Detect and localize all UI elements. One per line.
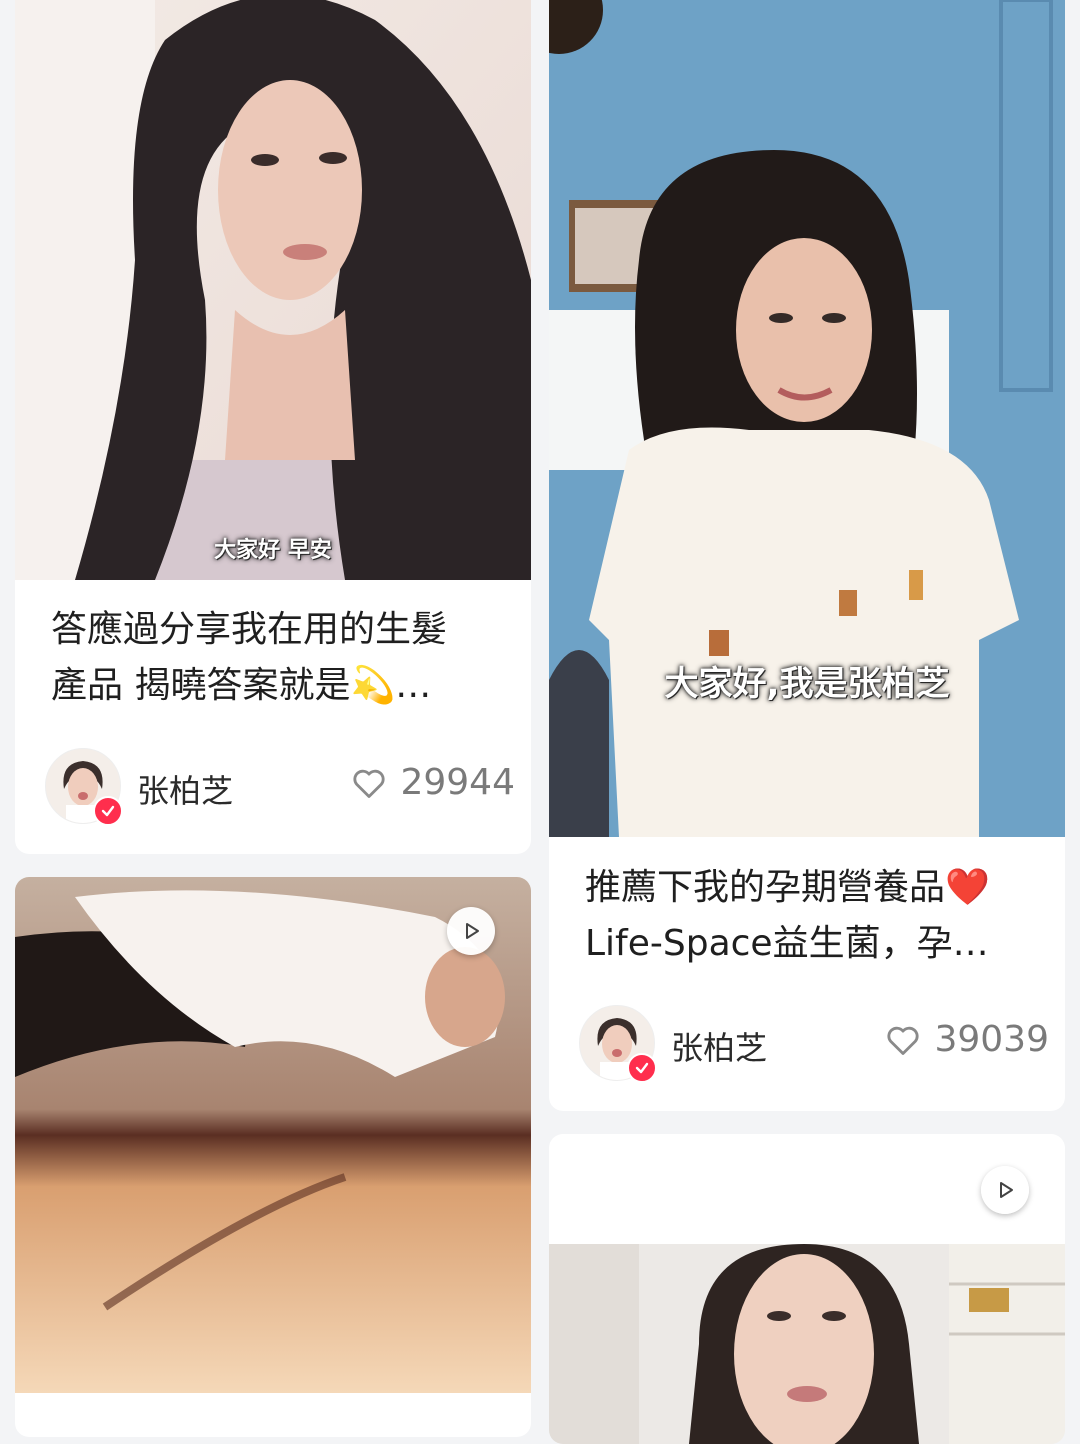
author-name[interactable]: 张柏芝 <box>137 766 233 812</box>
note-card[interactable]: 大家好,我是张柏芝 推薦下我的孕期營養品❤️ Life-Space益生菌，孕… … <box>549 0 1065 1111</box>
author-row: 张柏芝 39039 <box>579 1005 1049 1085</box>
note-cover-image[interactable] <box>15 877 531 1393</box>
like-count: 39039 <box>934 1019 1049 1060</box>
like-count: 29944 <box>400 762 515 803</box>
heart-outline-icon <box>353 769 386 798</box>
note-card[interactable]: 大家好 早安 答應過分享我在用的生髮 產品 揭曉答案就是💫… 张柏芝 29944 <box>15 0 531 854</box>
note-title-line: 推薦下我的孕期營養品❤️ <box>585 867 990 908</box>
video-caption: 大家好,我是张柏芝 <box>664 664 950 704</box>
note-title[interactable]: 答應過分享我在用的生髮 產品 揭曉答案就是💫… <box>51 602 501 714</box>
play-icon[interactable] <box>447 907 495 955</box>
verified-badge-icon <box>93 796 123 826</box>
author-name[interactable]: 张柏芝 <box>671 1023 767 1069</box>
note-title-line: 產品 揭曉答案就是💫… <box>51 665 432 706</box>
like-button[interactable]: 39039 <box>884 1019 1049 1060</box>
author-row: 张柏芝 29944 <box>45 748 515 828</box>
video-caption: 大家好 早安 <box>214 538 332 563</box>
note-cover-image[interactable]: 大家好,我是张柏芝 <box>549 0 1065 837</box>
verified-badge-icon <box>627 1053 657 1083</box>
note-title-line: 答應過分享我在用的生髮 <box>51 609 448 650</box>
note-card[interactable] <box>15 877 531 1437</box>
like-button[interactable]: 29944 <box>350 762 515 803</box>
note-cover-image[interactable] <box>549 1244 1065 1444</box>
note-card[interactable] <box>549 1134 1065 1444</box>
play-icon[interactable] <box>981 1166 1029 1214</box>
note-title[interactable]: 推薦下我的孕期營養品❤️ Life-Space益生菌，孕… <box>585 860 1035 972</box>
note-title-line: Life-Space益生菌，孕… <box>585 923 989 964</box>
heart-outline-icon <box>887 1026 920 1055</box>
note-cover-image[interactable]: 大家好 早安 <box>15 0 531 580</box>
